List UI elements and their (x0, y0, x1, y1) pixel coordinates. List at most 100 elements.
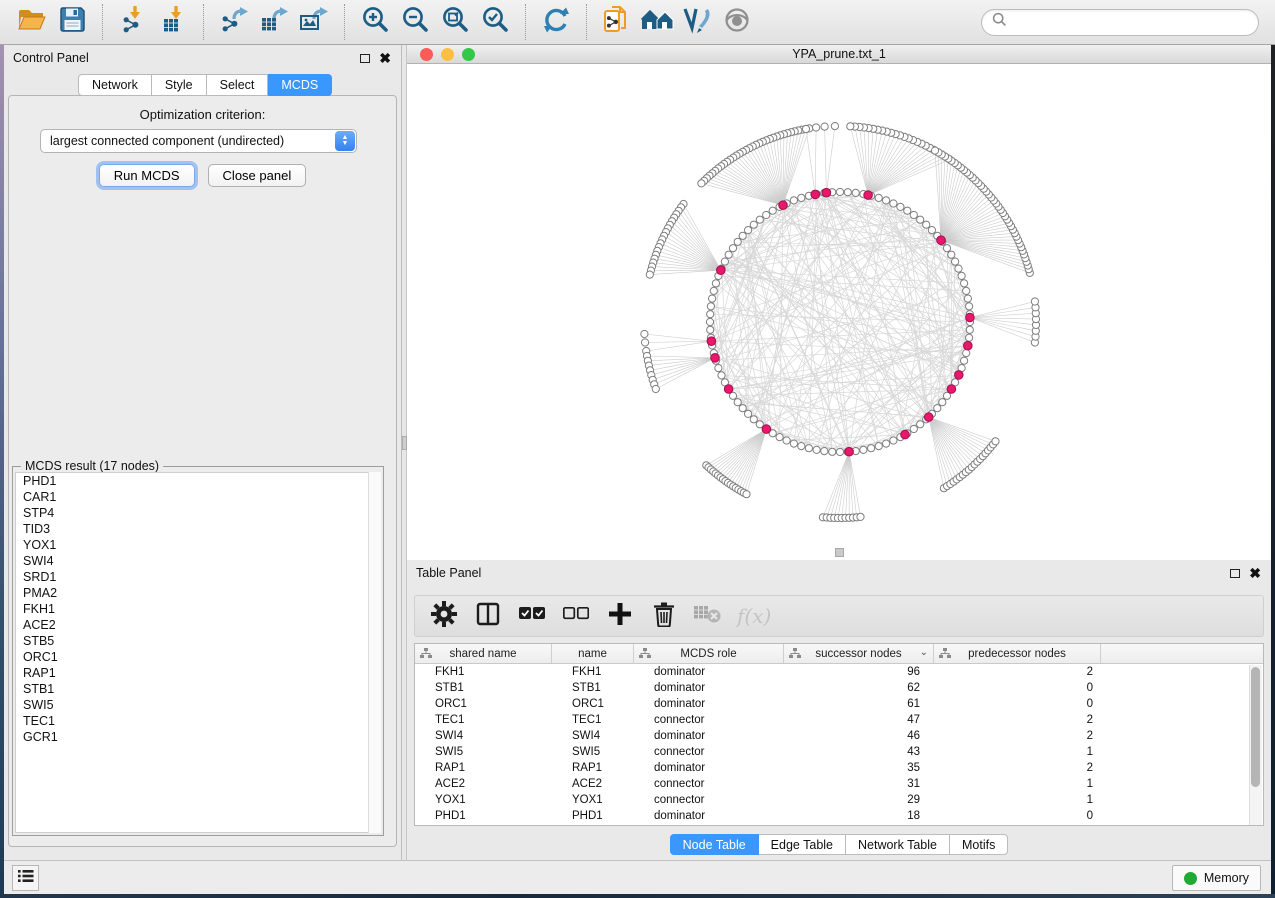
float-table-panel-icon[interactable] (1230, 569, 1240, 578)
cell-shared-name[interactable]: SWI4 (415, 728, 552, 744)
mcds-result-item[interactable]: YOX1 (16, 537, 380, 553)
cell-name[interactable]: STB1 (552, 680, 634, 696)
zoom-fit-button[interactable] (435, 4, 475, 40)
table-row[interactable]: SWI4SWI4dominator462 (415, 728, 1263, 744)
apply-layout-button[interactable] (536, 4, 576, 40)
cell-successor-nodes[interactable]: 46 (784, 728, 934, 744)
column-header-successor-nodes[interactable]: successor nodes⌄ (784, 644, 934, 663)
cell-name[interactable]: FKH1 (552, 664, 634, 680)
mcds-result-item[interactable]: STP4 (16, 505, 380, 521)
mcds-result-item[interactable]: ACE2 (16, 617, 380, 633)
cell-shared-name[interactable]: ACE2 (415, 776, 552, 792)
close-panel-icon[interactable]: ✖ (379, 54, 391, 63)
cell-successor-nodes[interactable]: 31 (784, 776, 934, 792)
column-header-predecessor-nodes[interactable]: predecessor nodes (934, 644, 1101, 663)
mcds-result-item[interactable]: PMA2 (16, 585, 380, 601)
mcds-result-item[interactable]: ORC1 (16, 649, 380, 665)
mcds-result-item[interactable]: SRD1 (16, 569, 380, 585)
run-mcds-button[interactable]: Run MCDS (99, 164, 195, 187)
tab-network-table[interactable]: Network Table (846, 834, 950, 855)
table-row[interactable]: RAP1RAP1dominator352 (415, 760, 1263, 776)
optimization-dropdown[interactable]: largest connected component (undirected)… (40, 129, 357, 153)
mcds-result-item[interactable]: SWI4 (16, 553, 380, 569)
mcds-result-item[interactable]: STB5 (16, 633, 380, 649)
network-window-titlebar[interactable]: YPA_prune.txt_1 (407, 45, 1271, 64)
cell-predecessor-nodes[interactable]: 1 (934, 776, 1101, 792)
mcds-result-item[interactable]: SWI5 (16, 697, 380, 713)
cell-predecessor-nodes[interactable]: 2 (934, 760, 1101, 776)
export-network-button[interactable] (214, 4, 254, 40)
cell-name[interactable]: RAP1 (552, 760, 634, 776)
select-all-button[interactable] (517, 601, 547, 631)
cell-name[interactable]: ACE2 (552, 776, 634, 792)
tab-style[interactable]: Style (152, 74, 207, 96)
cell-shared-name[interactable]: YOX1 (415, 792, 552, 808)
tab-select[interactable]: Select (207, 74, 269, 96)
save-session-button[interactable] (52, 4, 92, 40)
export-table-button[interactable] (254, 4, 294, 40)
cell-predecessor-nodes[interactable]: 0 (934, 808, 1101, 824)
column-header-name[interactable]: name (552, 644, 634, 663)
open-session-button[interactable] (12, 4, 52, 40)
tab-network[interactable]: Network (78, 74, 152, 96)
cell-MCDS-role[interactable]: dominator (634, 664, 784, 680)
cell-successor-nodes[interactable]: 96 (784, 664, 934, 680)
mcds-result-item[interactable]: CAR1 (16, 489, 380, 505)
cell-successor-nodes[interactable]: 61 (784, 696, 934, 712)
table-row[interactable]: PHD1PHD1dominator180 (415, 808, 1263, 824)
cell-shared-name[interactable]: ORC1 (415, 696, 552, 712)
close-table-panel-icon[interactable]: ✖ (1249, 569, 1261, 578)
mcds-result-item[interactable]: TEC1 (16, 713, 380, 729)
cell-name[interactable]: TEC1 (552, 712, 634, 728)
mcds-result-item[interactable]: RAP1 (16, 665, 380, 681)
cell-MCDS-role[interactable]: connector (634, 712, 784, 728)
column-header-MCDS-role[interactable]: MCDS role (634, 644, 784, 663)
cell-MCDS-role[interactable]: dominator (634, 728, 784, 744)
cell-MCDS-role[interactable]: connector (634, 792, 784, 808)
horizontal-splitter-handle[interactable] (835, 548, 844, 557)
zoom-selected-button[interactable] (475, 4, 515, 40)
network-overview-button[interactable] (637, 4, 677, 40)
cell-predecessor-nodes[interactable]: 1 (934, 744, 1101, 760)
table-scrollbar[interactable] (1249, 665, 1262, 825)
node-table[interactable]: shared namenameMCDS rolesuccessor nodes⌄… (414, 643, 1264, 826)
cell-shared-name[interactable]: RAP1 (415, 760, 552, 776)
search-box[interactable] (981, 9, 1259, 36)
mcds-result-item[interactable]: GCR1 (16, 729, 380, 745)
cell-successor-nodes[interactable]: 18 (784, 808, 934, 824)
task-history-button[interactable] (12, 865, 39, 891)
cell-predecessor-nodes[interactable]: 0 (934, 680, 1101, 696)
settings-button[interactable] (429, 601, 459, 631)
cell-predecessor-nodes[interactable]: 2 (934, 712, 1101, 728)
cell-successor-nodes[interactable]: 35 (784, 760, 934, 776)
table-row[interactable]: TEC1TEC1connector472 (415, 712, 1263, 728)
close-panel-button[interactable]: Close panel (208, 164, 307, 187)
deselect-all-button[interactable] (561, 601, 591, 631)
cell-name[interactable]: SWI5 (552, 744, 634, 760)
cell-shared-name[interactable]: STB1 (415, 680, 552, 696)
table-row[interactable]: ACE2ACE2connector311 (415, 776, 1263, 792)
memory-button[interactable]: Memory (1172, 865, 1261, 891)
cell-successor-nodes[interactable]: 47 (784, 712, 934, 728)
float-panel-icon[interactable] (360, 54, 370, 63)
cell-MCDS-role[interactable]: connector (634, 776, 784, 792)
cell-MCDS-role[interactable]: dominator (634, 760, 784, 776)
mcds-result-item[interactable]: FKH1 (16, 601, 380, 617)
mcds-result-item[interactable]: TID3 (16, 521, 380, 537)
add-column-button[interactable] (605, 601, 635, 631)
network-canvas[interactable] (407, 64, 1271, 560)
compare-networks-button[interactable] (597, 4, 637, 40)
cell-shared-name[interactable]: SWI5 (415, 744, 552, 760)
cell-successor-nodes[interactable]: 62 (784, 680, 934, 696)
mcds-result-list[interactable]: PHD1CAR1STP4TID3YOX1SWI4SRD1PMA2FKH1ACE2… (15, 472, 381, 833)
table-scrollbar-thumb[interactable] (1251, 667, 1260, 787)
cell-shared-name[interactable]: TEC1 (415, 712, 552, 728)
cell-MCDS-role[interactable]: dominator (634, 696, 784, 712)
delete-rows-button[interactable] (649, 601, 679, 631)
style-tool-button[interactable] (677, 4, 717, 40)
cell-predecessor-nodes[interactable]: 2 (934, 728, 1101, 744)
cell-name[interactable]: PHD1 (552, 808, 634, 824)
mcds-list-scrollbar[interactable] (368, 472, 381, 833)
cell-successor-nodes[interactable]: 29 (784, 792, 934, 808)
cell-MCDS-role[interactable]: dominator (634, 808, 784, 824)
